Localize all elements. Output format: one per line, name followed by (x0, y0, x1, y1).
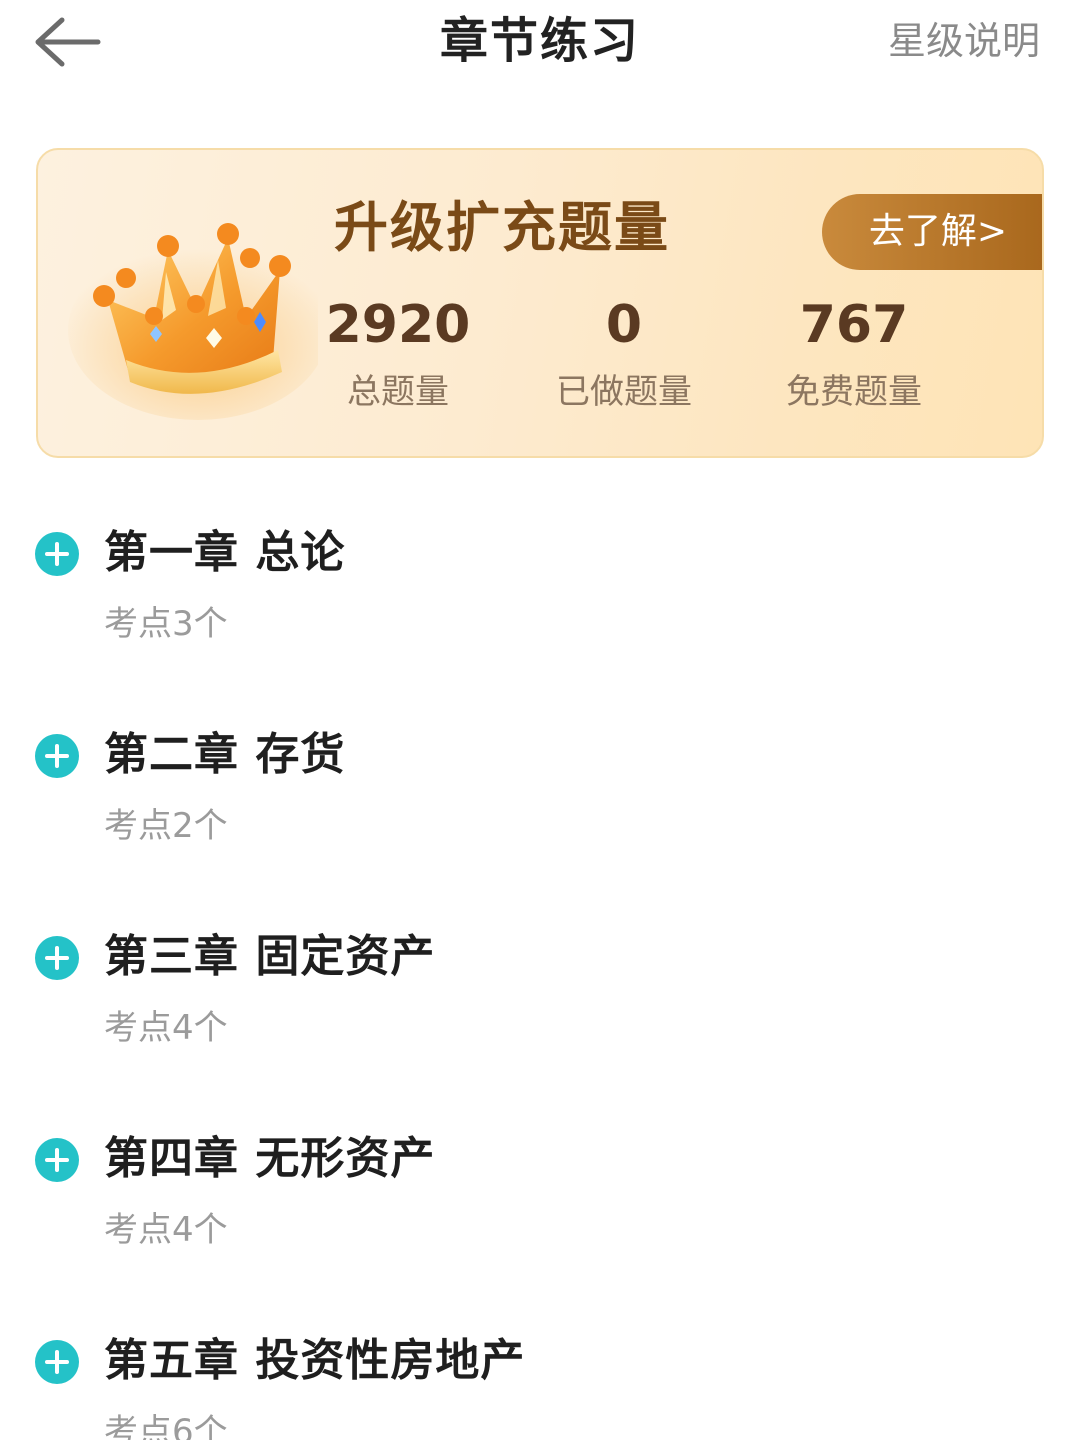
plus-circle-icon[interactable] (35, 1340, 79, 1384)
chapter-item-3[interactable]: 第三章 固定资产 考点4个 (0, 912, 1080, 1102)
plus-circle-icon[interactable] (35, 936, 79, 980)
stat-label: 免费题量 (786, 372, 922, 412)
chapter-point-count: 考点4个 (104, 1210, 228, 1250)
page: 章节练习 星级说明 升级扩充题量 去了解> 2920 总题量 0 已做题量 76… (0, 0, 1080, 1440)
chapter-point-count: 考点2个 (104, 806, 228, 846)
crown-icon (58, 200, 328, 420)
stat-label: 已做题量 (556, 372, 692, 412)
stat-label: 总题量 (347, 372, 449, 412)
top-bar: 章节练习 星级说明 (0, 0, 1080, 90)
chapter-title: 第一章 总论 (104, 527, 346, 578)
stat-value: 2920 (325, 295, 471, 355)
stat-value: 767 (799, 295, 909, 355)
chapter-item-4[interactable]: 第四章 无形资产 考点4个 (0, 1114, 1080, 1304)
stat-total-questions: 2920 总题量 (298, 290, 498, 418)
upgrade-banner: 升级扩充题量 去了解> 2920 总题量 0 已做题量 767 免费题量 (36, 148, 1044, 458)
plus-circle-icon[interactable] (35, 532, 79, 576)
chapter-point-count: 考点4个 (104, 1008, 228, 1048)
chapter-item-1[interactable]: 第一章 总论 考点3个 (0, 508, 1080, 698)
star-rating-help-link[interactable]: 星级说明 (888, 14, 1040, 68)
plus-circle-icon[interactable] (35, 1138, 79, 1182)
chapter-point-count: 考点6个 (104, 1412, 228, 1440)
chapter-item-2[interactable]: 第二章 存货 考点2个 (0, 710, 1080, 900)
chapter-title: 第三章 固定资产 (104, 931, 436, 982)
stat-value: 0 (605, 295, 643, 355)
chapter-item-5[interactable]: 第五章 投资性房地产 考点6个 (0, 1316, 1080, 1440)
chapter-title: 第五章 投资性房地产 (104, 1335, 526, 1386)
chapter-title: 第四章 无形资产 (104, 1133, 436, 1184)
plus-circle-icon[interactable] (35, 734, 79, 778)
banner-heading: 升级扩充题量 (334, 196, 670, 259)
learn-more-button[interactable]: 去了解> (822, 194, 1042, 270)
chapter-title: 第二章 存货 (104, 729, 346, 780)
stat-free-questions: 767 免费题量 (754, 290, 954, 418)
stat-done-questions: 0 已做题量 (524, 290, 724, 418)
chapter-point-count: 考点3个 (104, 604, 228, 644)
